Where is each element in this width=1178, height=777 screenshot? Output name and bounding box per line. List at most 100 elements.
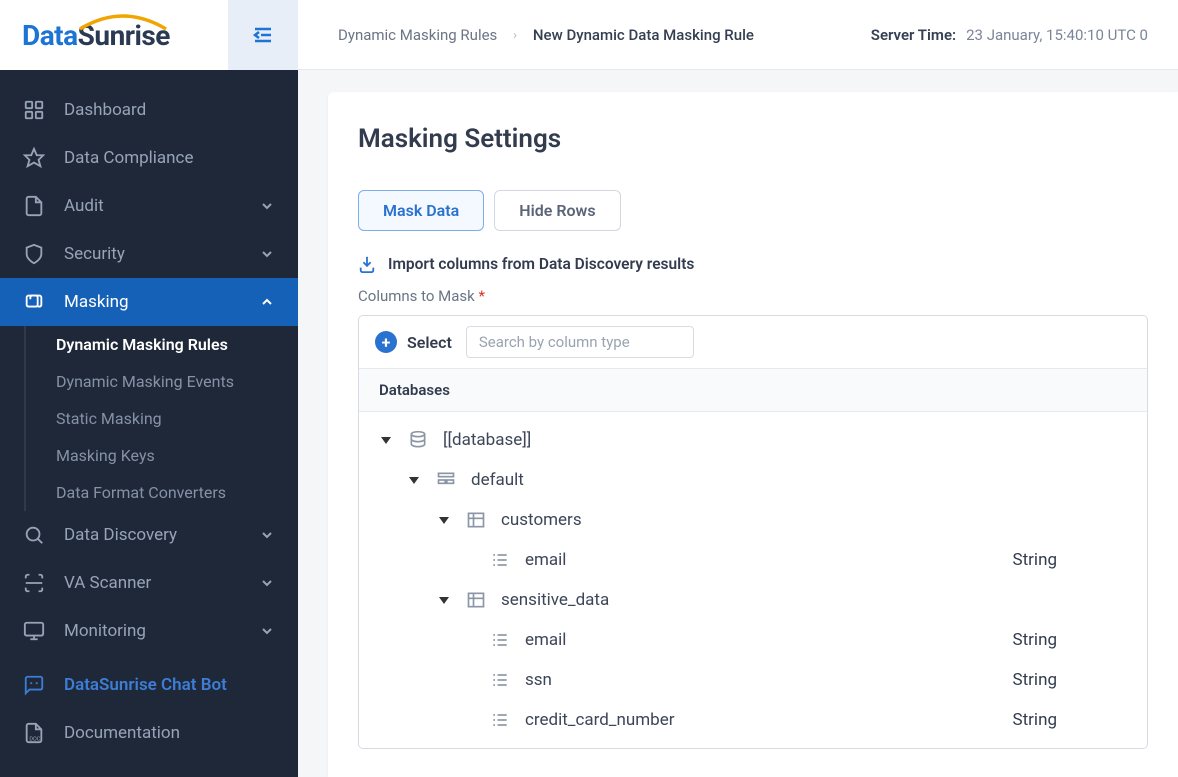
breadcrumb-parent[interactable]: Dynamic Masking Rules [338,26,497,44]
logo: DataSunrise [22,19,170,52]
db-tree: [[database]] default customers [359,412,1147,748]
sidebar-item-label: DataSunrise Chat Bot [64,675,276,695]
table-icon [465,589,487,611]
sidebar-item-label: VA Scanner [64,573,258,593]
chat-icon [22,673,46,697]
sidebar-item-chatbot[interactable]: DataSunrise Chat Bot [0,661,298,709]
dashboard-icon [22,98,46,122]
select-button-label: Select [407,333,452,352]
select-button[interactable]: + Select [375,331,452,353]
sidebar-item-security[interactable]: Security [0,230,298,278]
tree-toggle-icon[interactable] [437,513,451,527]
tab-hide-rows[interactable]: Hide Rows [494,190,620,231]
column-icon [489,629,511,651]
scan-icon [22,571,46,595]
tree-column-type: String [1013,710,1147,730]
import-columns-link[interactable]: Import columns from Data Discovery resul… [358,255,1148,273]
server-time-value: 23 January, 15:40:10 UTC 0 [966,26,1148,44]
subnav-item-dynamic-masking-events[interactable]: Dynamic Masking Events [26,363,298,400]
sidebar: DataSunrise Dashboard Data Compliance Au… [0,0,298,777]
tree-toggle-icon[interactable] [437,593,451,607]
sidebar-item-data-discovery[interactable]: Data Discovery [0,511,298,559]
chevron-down-icon [258,622,276,640]
chevron-down-icon [258,245,276,263]
doc-icon: DOC [22,721,46,745]
topbar: Dynamic Masking Rules › New Dynamic Data… [298,0,1178,70]
tree-node-table[interactable]: sensitive_data [359,580,1147,620]
tree-toggle-icon[interactable] [379,433,393,447]
panel-title: Masking Settings [358,124,1148,154]
tab-mask-data[interactable]: Mask Data [358,190,484,231]
monitor-icon [22,619,46,643]
collapse-icon [251,23,275,47]
download-icon [358,255,376,273]
tree-label: ssn [525,670,1013,690]
tree-node-column[interactable]: email String [359,540,1147,580]
tabs: Mask Data Hide Rows [358,190,1148,231]
sidebar-item-label: Monitoring [64,621,258,641]
tree-column-type: String [1013,550,1147,570]
sidebar-item-label: Data Discovery [64,525,258,545]
table-icon [465,509,487,531]
nav-bottom: DataSunrise Chat Bot DOC Documentation [0,661,298,777]
import-link-text: Import columns from Data Discovery resul… [388,255,694,273]
tree-node-table[interactable]: customers [359,500,1147,540]
column-icon [489,549,511,571]
tree-label: [[database]] [443,430,1147,450]
plus-icon: + [375,331,397,353]
breadcrumb: Dynamic Masking Rules › New Dynamic Data… [338,26,754,44]
tree-node-column[interactable]: email String [359,620,1147,660]
tree-label: email [525,630,1013,650]
tree-label: email [525,550,1013,570]
tree-label: default [471,470,1147,490]
subnav-item-masking-keys[interactable]: Masking Keys [26,437,298,474]
tree-node-database[interactable]: [[database]] [359,420,1147,460]
sidebar-item-data-compliance[interactable]: Data Compliance [0,134,298,182]
layers-icon [22,290,46,314]
tree-column-type: String [1013,630,1147,650]
chevron-down-icon [258,197,276,215]
subnav-item-data-format-converters[interactable]: Data Format Converters [26,474,298,511]
chevron-right-icon: › [513,28,517,42]
sidebar-item-audit[interactable]: Audit [0,182,298,230]
column-selector: + Select Databases [[database]] [358,315,1148,749]
logo-part1: Data [22,19,78,52]
tree-label: credit_card_number [525,710,1013,730]
tree-node-schema[interactable]: default [359,460,1147,500]
tree-toggle-icon[interactable] [407,473,421,487]
databases-header: Databases [359,369,1147,412]
sidebar-item-documentation[interactable]: DOC Documentation [0,709,298,757]
star-icon [22,146,46,170]
column-icon [489,669,511,691]
tree-node-column[interactable]: credit_card_number String [359,700,1147,740]
sidebar-item-masking[interactable]: Masking [0,278,298,326]
sidebar-item-label: Security [64,244,258,264]
main: Dynamic Masking Rules › New Dynamic Data… [298,0,1178,777]
subnav-item-static-masking[interactable]: Static Masking [26,400,298,437]
schema-icon [435,469,457,491]
file-icon [22,194,46,218]
subnav-item-dynamic-masking-rules[interactable]: Dynamic Masking Rules [26,326,298,363]
columns-to-mask-label: Columns to Mask * [358,287,1148,305]
logo-part2-wrap: Sunrise [78,19,170,52]
sidebar-item-va-scanner[interactable]: VA Scanner [0,559,298,607]
panel: Masking Settings Mask Data Hide Rows Imp… [328,92,1178,777]
breadcrumb-current: New Dynamic Data Masking Rule [533,26,754,44]
sidebar-item-dashboard[interactable]: Dashboard [0,86,298,134]
sidebar-item-monitoring[interactable]: Monitoring [0,607,298,655]
chevron-up-icon [258,293,276,311]
sidebar-item-label: Documentation [64,723,276,743]
collapse-sidebar-button[interactable] [228,0,298,70]
chevron-down-icon [258,526,276,544]
tree-node-column[interactable]: ssn String [359,660,1147,700]
logo-arc-icon [78,11,168,31]
sidebar-item-label: Audit [64,196,258,216]
subnav-masking: Dynamic Masking Rules Dynamic Masking Ev… [24,326,298,511]
content: Masking Settings Mask Data Hide Rows Imp… [298,70,1178,777]
search-column-type-input[interactable] [466,326,694,358]
tree-label: sensitive_data [501,590,1147,610]
shield-icon [22,242,46,266]
server-time-label: Server Time: [871,26,956,44]
sidebar-item-label: Data Compliance [64,148,276,168]
column-icon [489,709,511,731]
